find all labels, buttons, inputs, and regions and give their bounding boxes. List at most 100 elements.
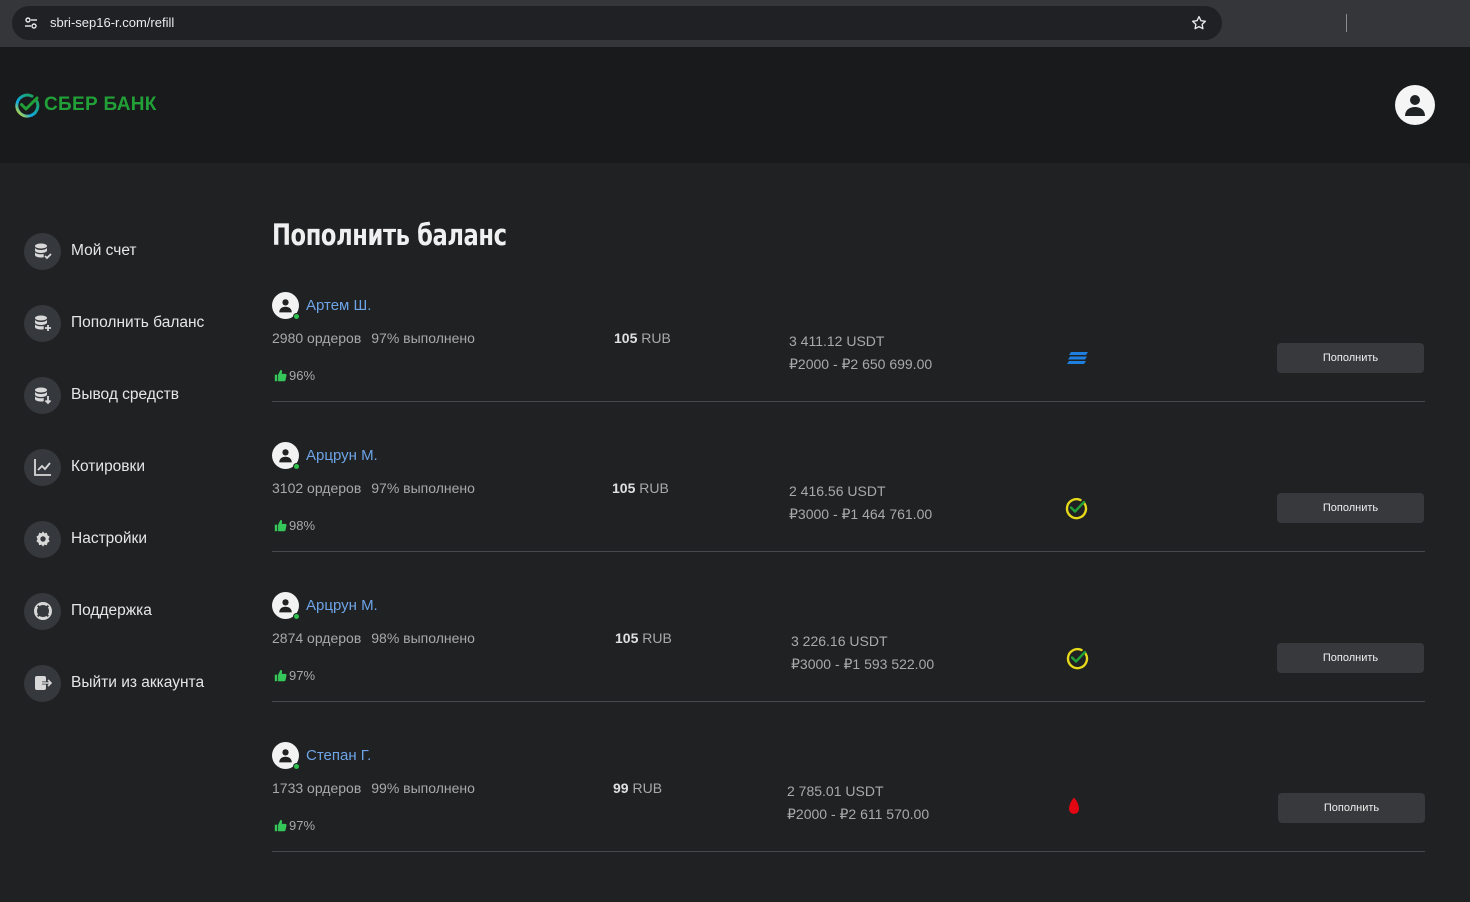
online-status-dot xyxy=(293,463,300,470)
rating: 98% xyxy=(274,518,315,533)
orders-count: 2980 ордеров xyxy=(272,330,362,346)
available-amount: 2 785.01 USDT xyxy=(787,783,884,799)
rating-value: 97% xyxy=(289,668,316,683)
limits: 2 785.01 USDT ₽2000 - ₽2 611 570.00 xyxy=(787,780,929,826)
rating-value: 96% xyxy=(289,368,316,383)
site-settings-icon[interactable] xyxy=(23,15,39,31)
user-icon xyxy=(279,299,292,313)
seller-stats: 1733 ордеров 99% выполнено xyxy=(272,780,475,796)
offer-row: Арцрун М. 3102 ордеров 97% выполнено 98% … xyxy=(272,442,1425,552)
address-bar[interactable]: sbri-sep16-r.com/refill xyxy=(12,6,1222,40)
completion-rate: 99% выполнено xyxy=(371,780,475,796)
sidebar-item-label: Котировки xyxy=(71,458,145,475)
price-value: 105 xyxy=(615,630,639,646)
seller-stats: 2980 ордеров 97% выполнено xyxy=(272,330,475,346)
thumbs-up-icon xyxy=(274,519,287,532)
seller-name-link[interactable]: Арцрун М. xyxy=(306,447,378,464)
sidebar-item-label: Выйти из аккаунта xyxy=(71,674,205,691)
completion-rate: 97% выполнено xyxy=(371,480,475,496)
rating: 97% xyxy=(274,668,315,683)
user-icon xyxy=(1405,95,1425,116)
online-status-dot xyxy=(293,313,300,320)
price: 105 RUB xyxy=(614,330,671,346)
orders-count: 1733 ордеров xyxy=(272,780,362,796)
seller-name-link[interactable]: Степан Г. xyxy=(306,747,371,764)
seller-info[interactable]: Арцрун М. xyxy=(272,442,378,470)
orders-count: 3102 ордеров xyxy=(272,480,362,496)
limit-range: ₽2000 - ₽2 611 570.00 xyxy=(787,806,930,822)
seller-name-link[interactable]: Артем Ш. xyxy=(306,297,371,314)
profile-avatar-button[interactable] xyxy=(1395,85,1435,125)
sidebar-item-label: Вывод средств xyxy=(71,386,179,403)
offer-row: Артем Ш. 2980 ордеров 97% выполнено 96% 1… xyxy=(272,292,1425,402)
price-currency: RUB xyxy=(641,330,671,346)
seller-info[interactable]: Артем Ш. xyxy=(272,292,371,320)
limits: 3 226.16 USDT ₽3000 - ₽1 593 522.00 xyxy=(791,630,934,676)
thumbs-up-icon xyxy=(274,369,287,382)
available-amount: 3 226.16 USDT xyxy=(791,633,888,649)
online-status-dot xyxy=(293,613,300,620)
sidebar-item-my-account[interactable]: Мой счет xyxy=(24,232,137,270)
alfa-drop-icon xyxy=(1069,797,1079,814)
refill-button[interactable]: Пополнить xyxy=(1277,493,1424,523)
sidebar-item-label: Пополнить баланс xyxy=(71,314,205,331)
coins-down-icon xyxy=(24,376,61,414)
seller-stats: 3102 ордеров 97% выполнено xyxy=(272,480,475,496)
limit-range: ₽2000 - ₽2 650 699.00 xyxy=(789,356,933,372)
completion-rate: 97% выполнено xyxy=(371,330,475,346)
page-title: Пополнить баланс xyxy=(272,218,507,252)
seller-avatar xyxy=(272,292,300,320)
tinkoff-stripes-icon xyxy=(1067,352,1088,364)
rating: 96% xyxy=(274,368,315,383)
seller-avatar xyxy=(272,742,300,770)
refill-button[interactable]: Пополнить xyxy=(1278,793,1425,823)
seller-info[interactable]: Степан Г. xyxy=(272,742,371,770)
seller-avatar xyxy=(272,592,300,620)
offer-row: Степан Г. 1733 ордеров 99% выполнено 97% … xyxy=(272,742,1425,852)
sidebar-item-withdraw[interactable]: Вывод средств xyxy=(24,376,179,414)
seller-name-link[interactable]: Арцрун М. xyxy=(306,597,378,614)
price-currency: RUB xyxy=(642,630,672,646)
lifebuoy-icon xyxy=(24,592,61,630)
sidebar-item-refill[interactable]: Пополнить баланс xyxy=(24,304,204,342)
browser-toolbar: sbri-sep16-r.com/refill xyxy=(0,0,1470,47)
seller-avatar xyxy=(272,442,300,470)
sber-logo[interactable]: СБЕР БАНК xyxy=(14,92,157,118)
limits: 3 411.12 USDT ₽2000 - ₽2 650 699.00 xyxy=(789,330,932,376)
user-icon xyxy=(279,749,292,763)
coins-plus-icon xyxy=(24,304,61,342)
limit-range: ₽3000 - ₽1 464 761.00 xyxy=(789,506,933,522)
sidebar-item-support[interactable]: Поддержка xyxy=(24,592,152,630)
price-value: 105 xyxy=(614,330,638,346)
rating-value: 97% xyxy=(289,818,316,833)
user-icon xyxy=(279,449,292,463)
orders-count: 2874 ордеров xyxy=(272,630,362,646)
sidebar-item-settings[interactable]: Настройки xyxy=(24,520,147,558)
chart-line-icon xyxy=(24,448,61,486)
limits: 2 416.56 USDT ₽3000 - ₽1 464 761.00 xyxy=(789,480,932,526)
gear-icon xyxy=(24,520,61,558)
toolbar-divider xyxy=(1346,14,1347,32)
thumbs-up-icon xyxy=(274,669,287,682)
url-text[interactable]: sbri-sep16-r.com/refill xyxy=(50,15,174,30)
sidebar-item-label: Настройки xyxy=(71,530,148,547)
seller-info[interactable]: Арцрун М. xyxy=(272,592,378,620)
sidebar-item-label: Поддержка xyxy=(71,602,152,619)
refill-button[interactable]: Пополнить xyxy=(1277,643,1424,673)
sber-logo-icon xyxy=(15,93,40,118)
available-amount: 3 411.12 USDT xyxy=(789,333,885,349)
sber-check-icon xyxy=(1065,497,1088,520)
sidebar-item-logout[interactable]: Выйти из аккаунта xyxy=(24,664,204,702)
online-status-dot xyxy=(293,763,300,770)
rating-value: 98% xyxy=(289,518,316,533)
price: 105 RUB xyxy=(615,630,672,646)
price-value: 105 xyxy=(612,480,636,496)
seller-stats: 2874 ордеров 98% выполнено xyxy=(272,630,475,646)
sidebar-item-quotes[interactable]: Котировки xyxy=(24,448,145,486)
user-icon xyxy=(279,599,292,613)
bookmark-star-icon[interactable] xyxy=(1190,14,1208,32)
refill-button[interactable]: Пополнить xyxy=(1277,343,1424,373)
sidebar-item-label: Мой счет xyxy=(71,242,137,259)
rating: 97% xyxy=(274,818,315,833)
price-value: 99 xyxy=(613,780,629,796)
